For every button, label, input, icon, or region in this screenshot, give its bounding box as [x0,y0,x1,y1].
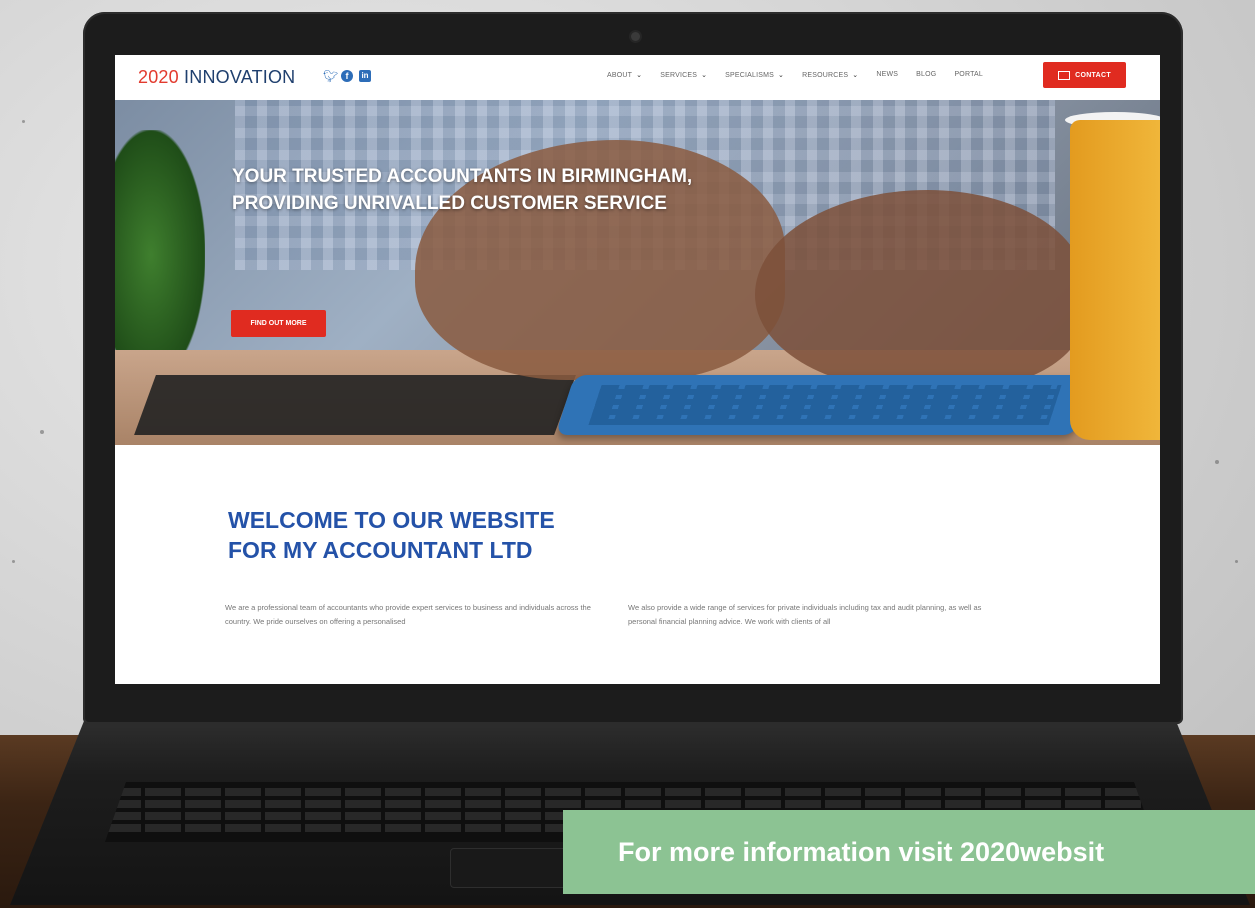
logo-number: 2020 [138,67,179,87]
intro-paragraph: We also provide a wide range of services… [628,603,982,626]
wall-texture [1235,560,1238,563]
twitter-icon[interactable]: 🐦︎ [323,70,338,82]
find-out-more-button[interactable]: FIND OUT MORE [231,310,326,337]
chevron-down-icon: ⌄ [701,72,708,79]
nav-item-about[interactable]: ABOUT ⌄ [607,71,642,79]
nav-item-portal[interactable]: PORTAL [954,71,983,79]
hero-photo-hand [755,190,1085,390]
nav-item-blog[interactable]: BLOG [916,71,936,79]
nav-label: ABOUT [607,72,633,79]
hero-banner [115,100,1160,445]
hero-photo-cup [1070,120,1160,440]
mail-icon [1058,70,1071,80]
hero-title: YOUR TRUSTED ACCOUNTANTS IN BIRMINGHAM, … [232,166,693,214]
intro-paragraph: We are a professional team of accountant… [225,603,591,626]
wall-texture [12,560,15,563]
welcome-heading-line: WELCOME TO OUR WEBSITE [228,507,555,533]
wall-texture [1215,460,1219,464]
nav-label: SPECIALISMS [725,72,775,79]
nav-label: RESOURCES [802,72,849,79]
nav-label: SERVICES [660,72,698,79]
contact-button[interactable]: CONTACT [1043,62,1126,88]
hero-photo-plant [115,130,205,380]
nav-item-specialisms[interactable]: SPECIALISMS ⌄ [725,71,784,79]
nav-item-resources[interactable]: RESOURCES ⌄ [802,71,858,79]
chevron-down-icon: ⌄ [852,72,859,79]
wall-texture [40,430,44,434]
site-header: 2020 INNOVATION 🐦︎ f in ABOUT ⌄ SERVICES ⌄… [115,55,1160,100]
chevron-down-icon: ⌄ [636,72,643,79]
facebook-icon[interactable]: f [341,70,353,82]
social-links: 🐦︎ f in [323,70,371,82]
nav-item-news[interactable]: NEWS [876,71,898,79]
nav-item-services[interactable]: SERVICES ⌄ [660,71,707,79]
welcome-heading: WELCOME TO OUR WEBSITE FOR MY ACCOUNTANT… [228,505,628,565]
hero-photo-calculator-keys [588,385,1062,425]
welcome-heading-line: FOR MY ACCOUNTANT LTD [228,537,533,563]
webcam-icon [631,32,640,41]
logo-text: INNOVATION [178,67,296,87]
contact-label: CONTACT [1075,71,1111,79]
linkedin-icon[interactable]: in [359,70,371,82]
main-nav: ABOUT ⌄ SERVICES ⌄ SPECIALISMS ⌄ RESOURCES ⌄… [607,71,983,79]
hero-photo-keyboard [134,375,576,435]
laptop-screen: 2020 INNOVATION 🐦︎ f in ABOUT ⌄ SERVICES ⌄… [115,55,1160,684]
site-logo[interactable]: 2020 INNOVATION [138,67,295,88]
wall-texture [22,120,25,123]
info-banner: For more information visit 2020websit [563,810,1255,894]
chevron-down-icon: ⌄ [778,72,785,79]
